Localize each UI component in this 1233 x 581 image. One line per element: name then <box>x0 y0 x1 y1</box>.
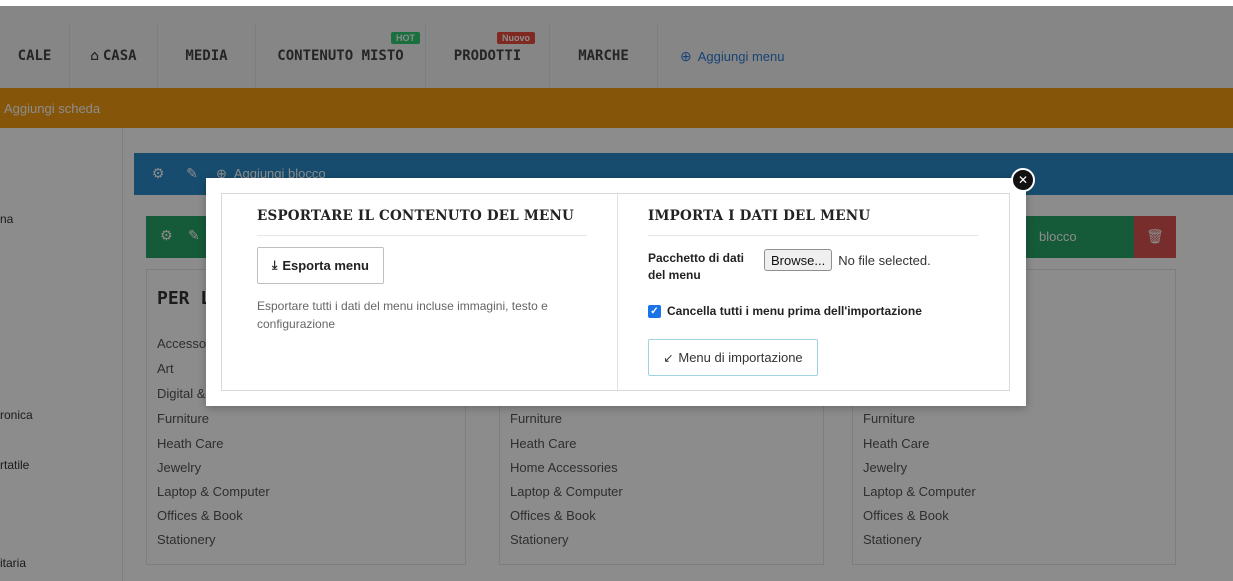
checkbox-label: Cancella tutti i menu prima dell'importa… <box>667 304 922 318</box>
import-panel: IMPORTA I DATI DEL MENU Pacchetto di dat… <box>618 194 1009 390</box>
package-label: Pacchetto di dati del menu <box>648 251 745 282</box>
page-content: CALE ⌂ CASA MEDIA HOT CONTENUTO MISTO Nu… <box>0 6 1233 581</box>
browse-button[interactable]: Browse... <box>764 249 833 271</box>
compress-icon: ↙ <box>663 350 674 365</box>
file-input[interactable]: Browse... No file selected. <box>764 249 931 271</box>
viewport: CALE ⌂ CASA MEDIA HOT CONTENUTO MISTO Nu… <box>0 0 1233 581</box>
export-button-label: Esporta menu <box>282 258 369 273</box>
export-panel: ESPORTARE IL CONTENUTO DEL MENU ⤓ Esport… <box>222 194 618 390</box>
import-export-modal: ESPORTARE IL CONTENUTO DEL MENU ⤓ Esport… <box>206 178 1026 406</box>
export-title: ESPORTARE IL CONTENUTO DEL MENU <box>257 208 587 236</box>
clear-menus-checkbox[interactable]: ✓ <box>648 304 661 318</box>
modal-body: ESPORTARE IL CONTENUTO DEL MENU ⤓ Esport… <box>221 193 1010 391</box>
import-title: IMPORTA I DATI DEL MENU <box>648 208 978 236</box>
clear-menus-option[interactable]: ✓ Cancella tutti i menu prima dell'impor… <box>648 304 922 318</box>
file-status: No file selected. <box>838 252 931 268</box>
download-icon: ⤓ <box>272 258 278 272</box>
import-menu-button[interactable]: ↙ Menu di importazione <box>648 339 818 376</box>
export-menu-button[interactable]: ⤓ Esporta menu <box>257 247 384 284</box>
close-icon[interactable]: ✕ <box>1011 168 1035 192</box>
export-description: Esportare tutti i dati del menu incluse … <box>257 299 548 331</box>
import-button-label: Menu di importazione <box>678 350 803 365</box>
